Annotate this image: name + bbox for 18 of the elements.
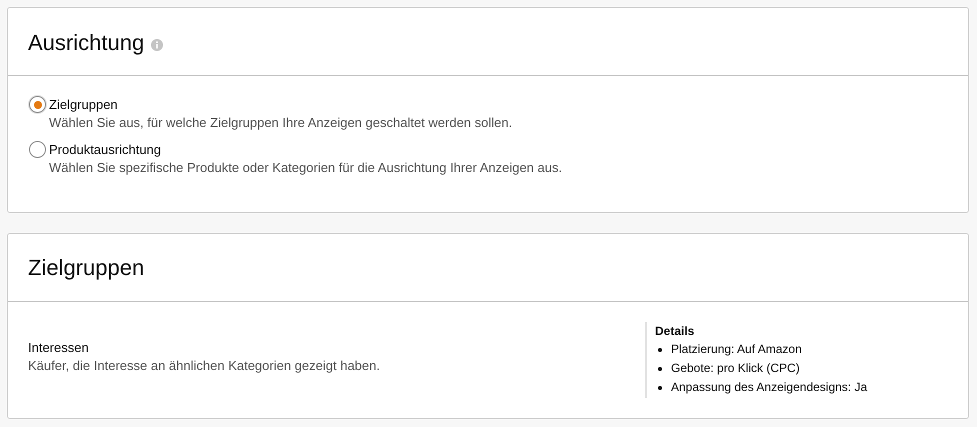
detail-item: Gebote: pro Klick (CPC) (671, 360, 800, 377)
details-title: Details (655, 323, 696, 340)
radio-button[interactable] (29, 96, 46, 113)
audience-description: Käufer, die Interesse an ähnlichen Kategorien gezeigt haben. (28, 357, 381, 375)
bullet-icon (658, 386, 662, 390)
detail-item: Anpassung des Anzeigendesigns: Ja (671, 379, 868, 396)
radio-button[interactable] (29, 141, 46, 158)
option-description: Wählen Sie spezifische Produkte oder Kategorien für die Ausrichtung Ihrer Anzeigen aus. (49, 159, 562, 177)
option-label: Zielgruppen (49, 96, 119, 114)
card-title: Ausrichtung (28, 29, 144, 57)
option-description: Wählen Sie aus, für welche Zielgruppen Ihre Anzeigen geschaltet werden sollen. (49, 114, 512, 132)
bullet-icon (658, 348, 662, 352)
option-label: Produktausrichtung (49, 141, 162, 159)
card-title: Zielgruppen (28, 254, 144, 282)
detail-item: Platzierung: Auf Amazon (671, 341, 802, 358)
audience-name: Interessen (28, 339, 90, 357)
bullet-icon (658, 366, 662, 370)
info-icon (151, 38, 164, 50)
